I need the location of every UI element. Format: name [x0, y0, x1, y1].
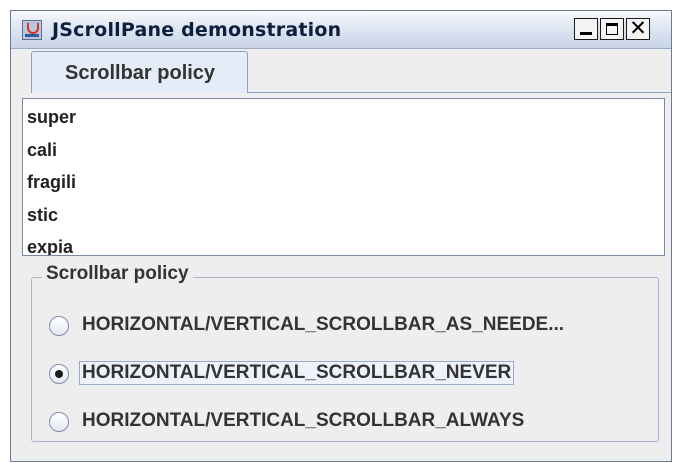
tab-scrollbar-policy[interactable]: Scrollbar policy: [31, 51, 248, 93]
maximize-icon: [606, 23, 618, 35]
list-item: stic: [27, 205, 59, 225]
radio-button-icon[interactable]: [49, 316, 69, 336]
tab-divider: [248, 92, 671, 93]
radio-button-selected-icon[interactable]: [49, 364, 69, 384]
radio-label[interactable]: HORIZONTAL/VERTICAL_SCROLLBAR_AS_NEEDE..…: [79, 313, 567, 337]
close-icon: ✕: [629, 16, 647, 40]
radio-button-icon[interactable]: [49, 412, 69, 432]
radio-label[interactable]: HORIZONTAL/VERTICAL_SCROLLBAR_ALWAYS: [79, 409, 527, 433]
java-app-icon[interactable]: [22, 20, 42, 40]
tab-label: Scrollbar policy: [65, 62, 216, 84]
radio-dot-icon: [55, 370, 63, 378]
maximize-button[interactable]: [600, 18, 624, 40]
window-title: JScrollPane demonstration: [52, 19, 342, 41]
list-item: fragili: [27, 172, 77, 192]
scroll-pane-content[interactable]: super cali fragili stic expia: [22, 98, 665, 256]
radio-label[interactable]: HORIZONTAL/VERTICAL_SCROLLBAR_NEVER: [79, 361, 515, 385]
minimize-button[interactable]: [574, 18, 598, 40]
list-item: expia: [27, 237, 74, 256]
title-bar[interactable]: JScrollPane demonstration ✕: [11, 11, 671, 49]
list-item: cali: [27, 140, 58, 160]
minimize-icon: [580, 32, 592, 35]
close-button[interactable]: ✕: [626, 16, 650, 40]
group-title: Scrollbar policy: [42, 263, 193, 285]
list-item: super: [27, 107, 77, 127]
